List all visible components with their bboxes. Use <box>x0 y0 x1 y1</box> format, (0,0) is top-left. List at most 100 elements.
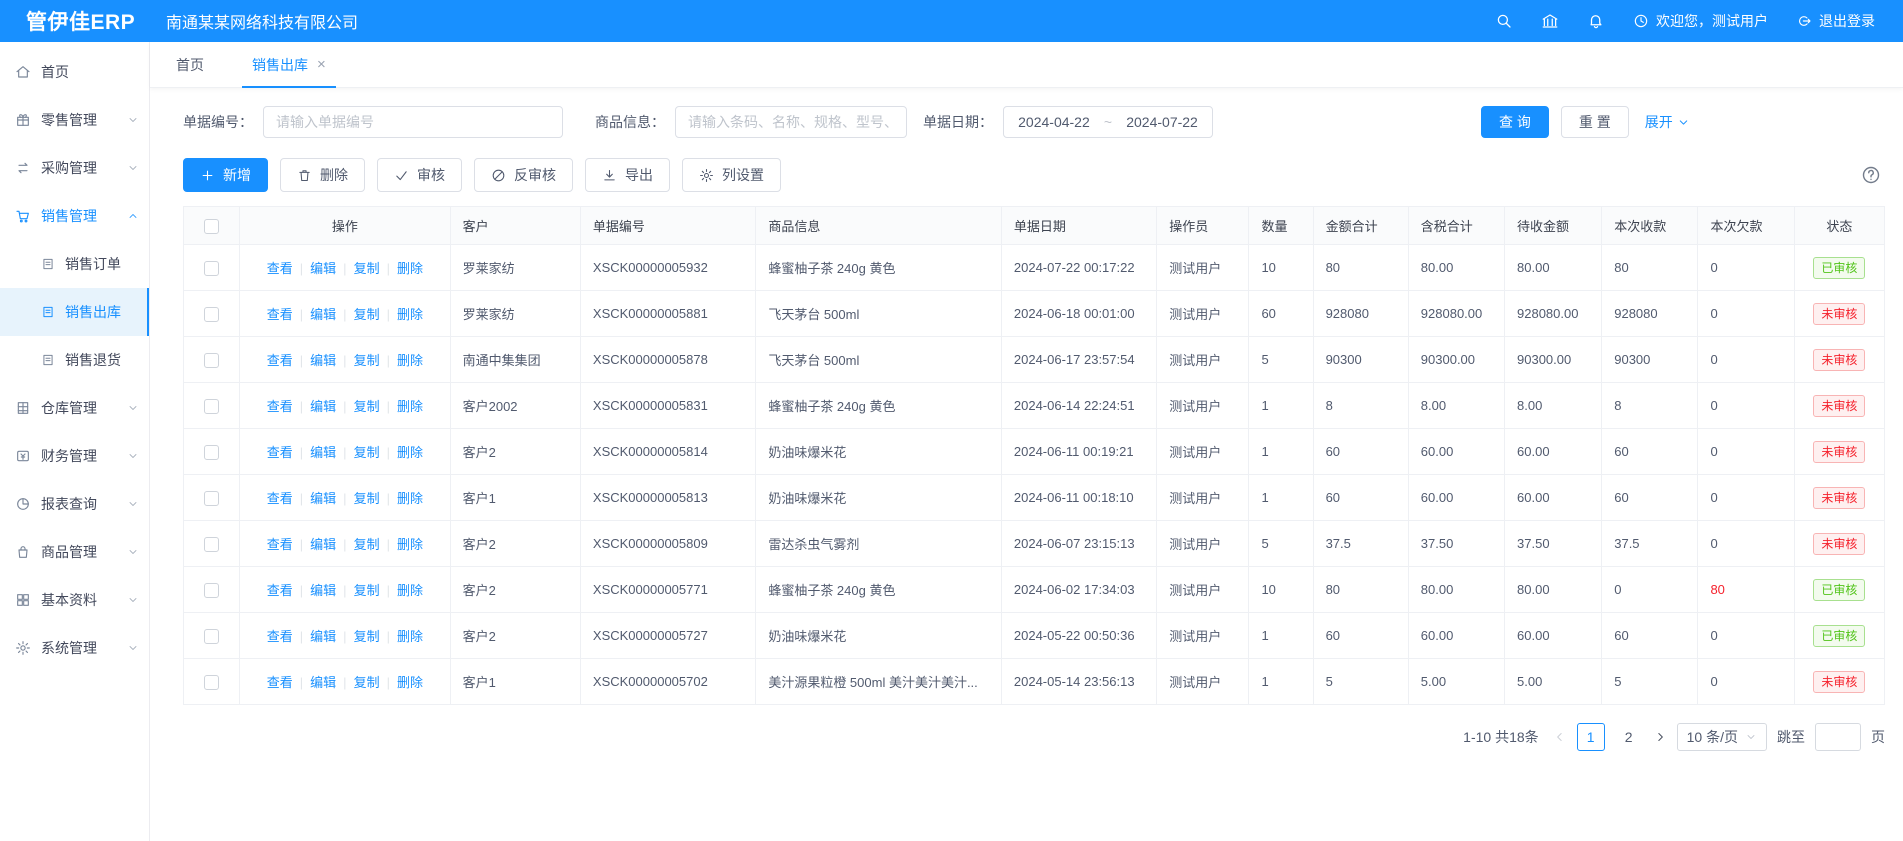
row-action-view[interactable]: 查看 <box>267 307 293 322</box>
sidebar-item-basic[interactable]: 基本资料 <box>0 576 149 624</box>
row-action-copy[interactable]: 复制 <box>354 261 380 276</box>
row-action-copy[interactable]: 复制 <box>354 675 380 690</box>
sidebar-item-home[interactable]: 首页 <box>0 48 149 96</box>
row-action-edit[interactable]: 编辑 <box>310 353 336 368</box>
row-action-copy[interactable]: 复制 <box>354 445 380 460</box>
bank-icon[interactable] <box>1541 12 1559 30</box>
row-action-view[interactable]: 查看 <box>267 491 293 506</box>
cell-customer: 客户1 <box>450 659 580 705</box>
row-checkbox[interactable] <box>204 399 219 414</box>
search-button[interactable]: 查 询 <box>1481 106 1549 138</box>
jump-page-input[interactable] <box>1815 723 1861 751</box>
row-action-delete[interactable]: 删除 <box>397 537 423 552</box>
row-checkbox[interactable] <box>204 353 219 368</box>
sidebar-item-sales[interactable]: 销售管理 <box>0 192 149 240</box>
sidebar-item-system[interactable]: 系统管理 <box>0 624 149 672</box>
order-no-input[interactable] <box>263 106 563 138</box>
row-action-delete[interactable]: 删除 <box>397 583 423 598</box>
row-checkbox[interactable] <box>204 583 219 598</box>
sidebar-item-product[interactable]: 商品管理 <box>0 528 149 576</box>
row-checkbox[interactable] <box>204 537 219 552</box>
row-action-edit[interactable]: 编辑 <box>310 675 336 690</box>
row-action-delete[interactable]: 删除 <box>397 353 423 368</box>
row-action-copy[interactable]: 复制 <box>354 537 380 552</box>
tab-sales-outbound[interactable]: 销售出库× <box>228 42 350 87</box>
sidebar-item-retail[interactable]: 零售管理 <box>0 96 149 144</box>
row-action-delete[interactable]: 删除 <box>397 675 423 690</box>
row-action-delete[interactable]: 删除 <box>397 629 423 644</box>
row-action-copy[interactable]: 复制 <box>354 583 380 598</box>
row-action-view[interactable]: 查看 <box>267 675 293 690</box>
sidebar-item-sales-order[interactable]: 销售订单 <box>0 240 149 288</box>
sidebar-item-sales-return[interactable]: 销售退货 <box>0 336 149 384</box>
row-action-delete[interactable]: 删除 <box>397 261 423 276</box>
row-action-view[interactable]: 查看 <box>267 353 293 368</box>
page-number-1[interactable]: 1 <box>1577 723 1605 751</box>
page-size-select[interactable]: 10 条/页 <box>1677 723 1767 751</box>
row-action-copy[interactable]: 复制 <box>354 629 380 644</box>
row-action-view[interactable]: 查看 <box>267 261 293 276</box>
unaudit-button-label: 反审核 <box>514 165 556 185</box>
row-action-copy[interactable]: 复制 <box>354 399 380 414</box>
row-action-delete[interactable]: 删除 <box>397 491 423 506</box>
add-button[interactable]: 新增 <box>183 158 268 192</box>
chevron-down-icon <box>1745 731 1757 743</box>
page-number-2[interactable]: 2 <box>1615 723 1643 751</box>
row-checkbox[interactable] <box>204 491 219 506</box>
row-action-view[interactable]: 查看 <box>267 537 293 552</box>
row-action-delete[interactable]: 删除 <box>397 399 423 414</box>
row-action-view[interactable]: 查看 <box>267 583 293 598</box>
row-action-edit[interactable]: 编辑 <box>310 445 336 460</box>
row-action-edit[interactable]: 编辑 <box>310 399 336 414</box>
sidebar-item-warehouse[interactable]: 仓库管理 <box>0 384 149 432</box>
sidebar-item-finance[interactable]: 财务管理 <box>0 432 149 480</box>
export-button[interactable]: 导出 <box>585 158 670 192</box>
product-info-input[interactable] <box>675 106 907 138</box>
delete-button[interactable]: 删除 <box>280 158 365 192</box>
row-checkbox[interactable] <box>204 261 219 276</box>
help-icon[interactable] <box>1861 165 1881 185</box>
row-action-view[interactable]: 查看 <box>267 445 293 460</box>
date-range-picker[interactable]: 2024-04-22 ~ 2024-07-22 <box>1003 106 1213 138</box>
date-end[interactable]: 2024-07-22 <box>1126 114 1198 130</box>
search-icon[interactable] <box>1495 12 1513 30</box>
row-action-copy[interactable]: 复制 <box>354 307 380 322</box>
row-action-edit[interactable]: 编辑 <box>310 629 336 644</box>
expand-link[interactable]: 展开 <box>1645 112 1690 132</box>
prev-page-button[interactable] <box>1553 730 1567 744</box>
row-action-copy[interactable]: 复制 <box>354 353 380 368</box>
row-action-delete[interactable]: 删除 <box>397 445 423 460</box>
row-checkbox[interactable] <box>204 675 219 690</box>
sidebar-item-report[interactable]: 报表查询 <box>0 480 149 528</box>
row-action-edit[interactable]: 编辑 <box>310 307 336 322</box>
reset-button[interactable]: 重 置 <box>1561 106 1629 138</box>
row-action-edit[interactable]: 编辑 <box>310 537 336 552</box>
cell-status: 已审核 <box>1794 245 1884 291</box>
row-action-edit[interactable]: 编辑 <box>310 583 336 598</box>
row-action-edit[interactable]: 编辑 <box>310 261 336 276</box>
next-page-button[interactable] <box>1653 730 1667 744</box>
bell-icon[interactable] <box>1587 12 1605 30</box>
select-all-checkbox[interactable] <box>204 219 219 234</box>
unaudit-button[interactable]: 反审核 <box>474 158 573 192</box>
sidebar-item-sales-outbound[interactable]: 销售出库 <box>0 288 149 336</box>
cell-receivable: 37.50 <box>1505 521 1602 567</box>
row-checkbox[interactable] <box>204 445 219 460</box>
row-action-delete[interactable]: 删除 <box>397 307 423 322</box>
row-action-copy[interactable]: 复制 <box>354 491 380 506</box>
welcome-user[interactable]: 欢迎您，测试用户 <box>1633 11 1768 31</box>
close-icon[interactable]: × <box>317 57 326 72</box>
logout-button[interactable]: 退出登录 <box>1796 11 1875 31</box>
tab-home[interactable]: 首页 <box>152 42 228 87</box>
row-action-view[interactable]: 查看 <box>267 629 293 644</box>
row-checkbox[interactable] <box>204 307 219 322</box>
audit-button[interactable]: 审核 <box>377 158 462 192</box>
row-checkbox[interactable] <box>204 629 219 644</box>
table-header-row: 操作客户单据编号商品信息单据日期操作员数量金额合计含税合计待收金额本次收款本次欠… <box>184 207 1885 245</box>
columns-button[interactable]: 列设置 <box>682 158 781 192</box>
row-action-view[interactable]: 查看 <box>267 399 293 414</box>
sidebar-item-purchase[interactable]: 采购管理 <box>0 144 149 192</box>
date-start[interactable]: 2024-04-22 <box>1018 114 1090 130</box>
status-badge: 已审核 <box>1813 579 1865 601</box>
row-action-edit[interactable]: 编辑 <box>310 491 336 506</box>
